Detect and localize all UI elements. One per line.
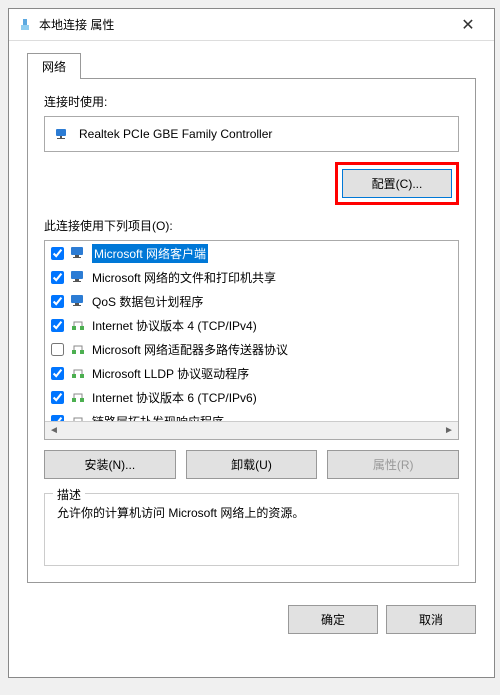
network-adapter-icon (17, 17, 33, 33)
client-icon (70, 245, 86, 261)
components-listbox[interactable]: Microsoft 网络客户端 Microsoft 网络的文件和打印机共享 QoS … (44, 240, 459, 440)
window-title: 本地连接 属性 (39, 16, 450, 33)
component-label: Microsoft 网络适配器多路传送器协议 (92, 341, 288, 358)
component-label: Internet 协议版本 6 (TCP/IPv6) (92, 389, 257, 406)
uninstall-button[interactable]: 卸载(U) (186, 450, 318, 479)
component-label: Microsoft 网络的文件和打印机共享 (92, 269, 276, 286)
content-area: 网络 连接时使用: Realtek PCIe GBE Family Contro… (9, 41, 494, 595)
configure-button[interactable]: 配置(C)... (342, 169, 452, 198)
component-checkbox[interactable] (51, 319, 64, 332)
list-item[interactable]: Microsoft LLDP 协议驱动程序 (45, 361, 458, 385)
client-icon (70, 269, 86, 285)
list-item[interactable]: QoS 数据包计划程序 (45, 289, 458, 313)
adapter-field: Realtek PCIe GBE Family Controller (44, 116, 459, 152)
component-checkbox[interactable] (51, 391, 64, 404)
protocol-icon (70, 365, 86, 381)
list-item[interactable]: Microsoft 网络的文件和打印机共享 (45, 265, 458, 289)
description-fieldset: 描述 允许你的计算机访问 Microsoft 网络上的资源。 (44, 493, 459, 566)
component-checkbox[interactable] (51, 247, 64, 260)
list-item[interactable]: Microsoft 网络适配器多路传送器协议 (45, 337, 458, 361)
component-checkbox[interactable] (51, 271, 64, 284)
ok-button[interactable]: 确定 (288, 605, 378, 634)
tab-panel: 连接时使用: Realtek PCIe GBE Family Controlle… (27, 78, 476, 583)
component-checkbox[interactable] (51, 367, 64, 380)
properties-dialog: 本地连接 属性 ✕ 网络 连接时使用: Realtek PCIe GBE Fam… (8, 8, 495, 678)
protocol-icon (70, 341, 86, 357)
component-label: Microsoft LLDP 协议驱动程序 (92, 365, 249, 382)
highlight-annotation: 配置(C)... (335, 162, 459, 205)
description-text: 允许你的计算机访问 Microsoft 网络上的资源。 (57, 504, 446, 523)
tab-bar: 网络 (27, 53, 476, 79)
component-checkbox[interactable] (51, 295, 64, 308)
list-item[interactable]: Microsoft 网络客户端 (45, 241, 458, 265)
component-buttons: 安装(N)... 卸载(U) 属性(R) (44, 450, 459, 479)
cancel-button[interactable]: 取消 (386, 605, 476, 634)
tab-network[interactable]: 网络 (27, 53, 81, 79)
scroll-right-arrow[interactable]: ► (440, 422, 458, 440)
components-label: 此连接使用下列项目(O): (44, 217, 459, 234)
list-item[interactable]: Internet 协议版本 6 (TCP/IPv6) (45, 385, 458, 409)
component-label: Internet 协议版本 4 (TCP/IPv4) (92, 317, 257, 334)
configure-button-wrap: 配置(C)... (44, 162, 459, 205)
horizontal-scrollbar[interactable]: ◄ ► (45, 421, 458, 439)
protocol-icon (70, 317, 86, 333)
adapter-name: Realtek PCIe GBE Family Controller (79, 127, 272, 141)
titlebar: 本地连接 属性 ✕ (9, 9, 494, 41)
scroll-left-arrow[interactable]: ◄ (45, 422, 63, 440)
properties-button[interactable]: 属性(R) (327, 450, 459, 479)
component-label: Microsoft 网络客户端 (92, 244, 208, 263)
description-legend: 描述 (53, 486, 85, 503)
client-icon (70, 293, 86, 309)
component-label: QoS 数据包计划程序 (92, 293, 203, 310)
adapter-icon (55, 126, 71, 142)
close-button[interactable]: ✕ (450, 10, 486, 40)
dialog-buttons: 确定 取消 (9, 595, 494, 648)
install-button[interactable]: 安装(N)... (44, 450, 176, 479)
list-item[interactable]: Internet 协议版本 4 (TCP/IPv4) (45, 313, 458, 337)
component-checkbox[interactable] (51, 343, 64, 356)
protocol-icon (70, 389, 86, 405)
connect-using-label: 连接时使用: (44, 93, 459, 110)
